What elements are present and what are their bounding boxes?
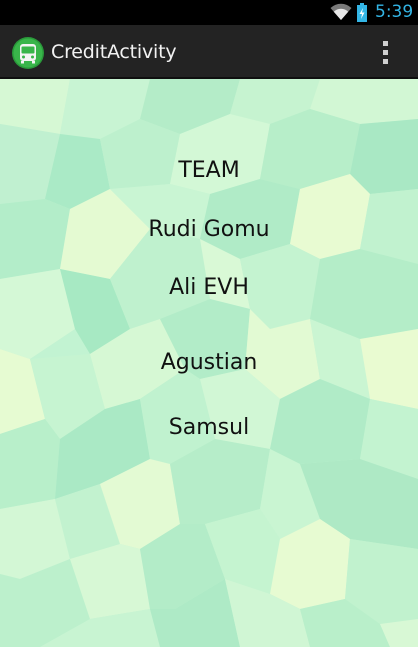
battery-charging-icon [357,3,367,22]
team-heading: TEAM [178,158,240,183]
credit-name-4: Samsul [168,415,250,440]
action-bar: CreditActivity [0,25,418,79]
credit-name-1: Rudi Gomu [148,217,270,242]
credit-name-2: Ali EVH [169,275,249,300]
activity-title: CreditActivity [51,41,177,63]
more-vertical-icon[interactable] [374,37,396,67]
screen: 5:39 CreditActivity TEAM Rudi Gomu Ali E… [0,0,418,647]
status-bar: 5:39 [0,0,418,25]
credits-content: TEAM Rudi Gomu Ali EVH Agustian Samsul [0,79,418,647]
credit-name-3: Agustian [160,350,258,375]
bus-icon[interactable] [12,37,44,69]
wifi-icon [330,3,352,20]
status-time: 5:39 [375,2,414,22]
